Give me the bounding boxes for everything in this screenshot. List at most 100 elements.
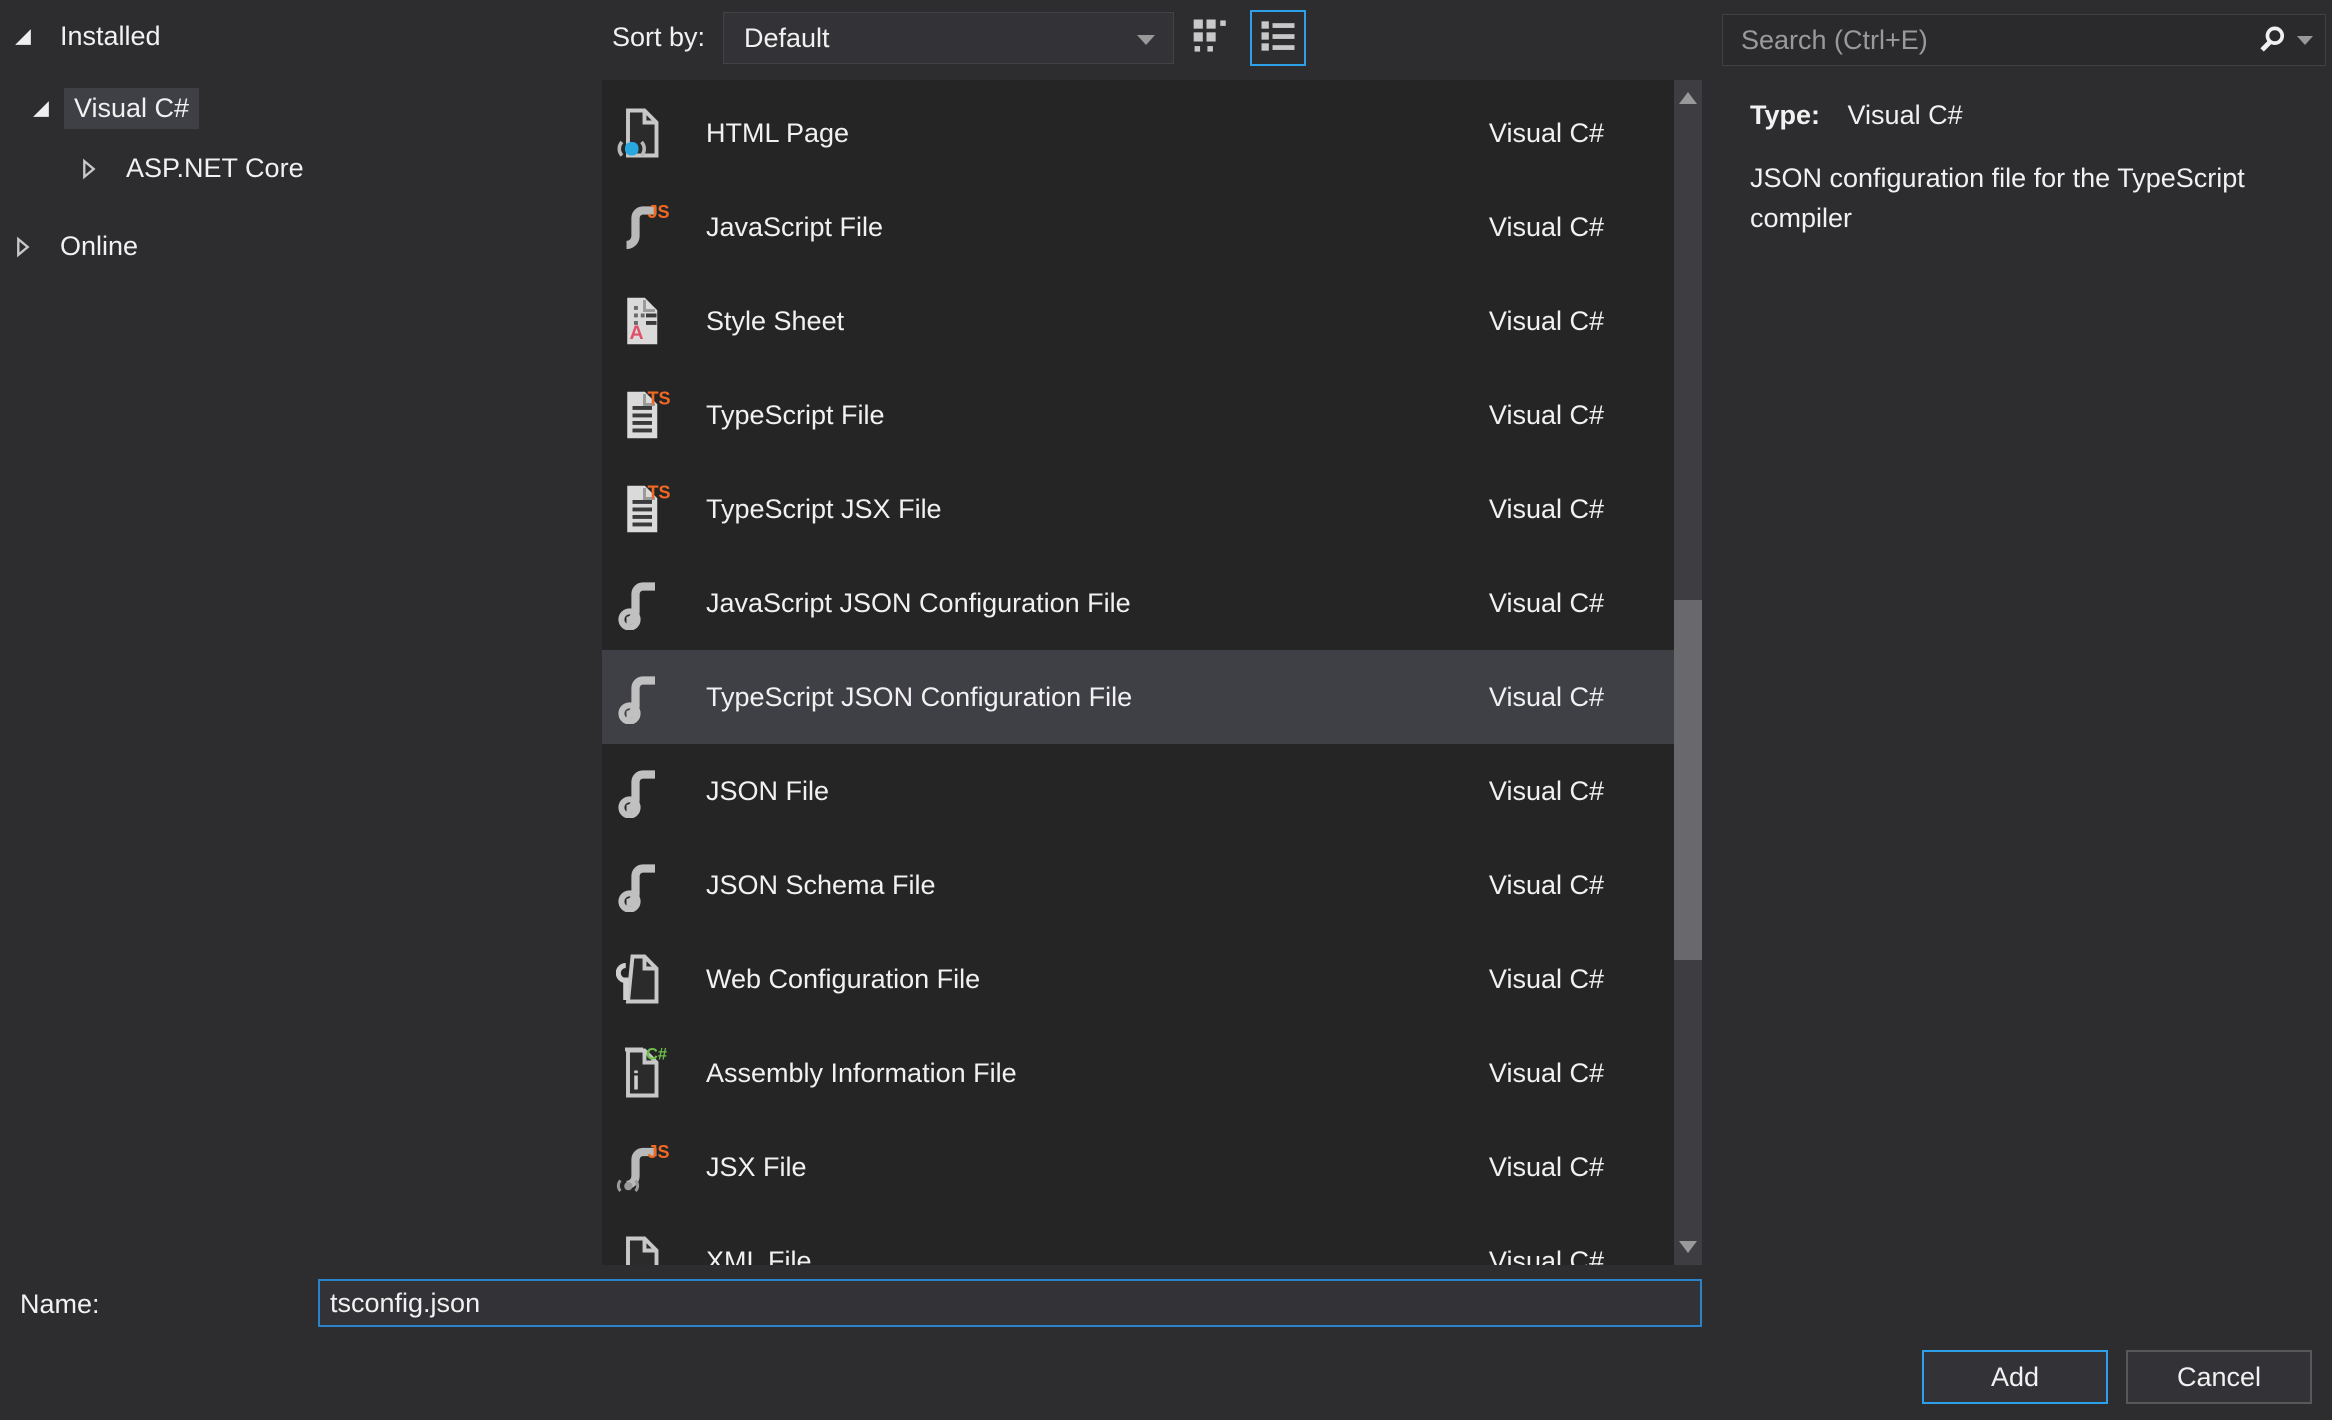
list-item-category: Visual C# [1489, 400, 1604, 431]
list-item-label: Web Configuration File [706, 964, 980, 995]
file-type-icon [616, 952, 670, 1006]
list-item[interactable]: JS JSX File Visual C# [602, 1120, 1702, 1214]
file-type-icon: A [616, 294, 670, 348]
list-item-label: TypeScript File [706, 400, 885, 431]
vertical-scrollbar[interactable] [1674, 80, 1702, 1265]
list-item[interactable]: Web Configuration File Visual C# [602, 932, 1702, 1026]
svg-text:A: A [630, 322, 644, 344]
sort-by-label: Sort by: [612, 22, 705, 53]
list-view-icon [1256, 14, 1300, 63]
list-item[interactable]: A Style Sheet Visual C# [602, 274, 1702, 368]
search-box[interactable] [1722, 14, 2326, 66]
svg-text:i: i [633, 1068, 640, 1096]
list-item[interactable]: JSON Schema File Visual C# [602, 838, 1702, 932]
search-input[interactable] [1723, 25, 2255, 56]
collapsed-triangle-icon[interactable] [10, 234, 36, 260]
svg-text:TS: TS [648, 483, 671, 503]
template-list: HTML Page Visual C# JS JavaScript File V… [602, 80, 1702, 1265]
list-item[interactable]: JSON File Visual C# [602, 744, 1702, 838]
item-description: JSON configuration file for the TypeScri… [1750, 158, 2320, 238]
list-item[interactable]: HTML Page Visual C# [602, 86, 1702, 180]
grid-view-icon [1190, 14, 1234, 63]
list-item-label: JavaScript File [706, 212, 883, 243]
list-item-label: Assembly Information File [706, 1058, 1017, 1089]
list-item[interactable]: TS TypeScript JSX File Visual C# [602, 462, 1702, 556]
file-type-icon [616, 106, 670, 160]
list-view-button[interactable] [1250, 10, 1306, 66]
list-item-label: Style Sheet [706, 306, 844, 337]
list-item[interactable]: XML File Visual C# [602, 1214, 1702, 1265]
tree-node-label[interactable]: Online [50, 226, 148, 267]
tree-node-label[interactable]: ASP.NET Core [116, 148, 314, 189]
svg-text:TS: TS [648, 389, 671, 409]
list-item-category: Visual C# [1489, 682, 1604, 713]
list-item[interactable]: TypeScript JSON Configuration File Visua… [602, 650, 1702, 744]
scrollbar-thumb[interactable] [1674, 600, 1702, 960]
file-type-icon [616, 858, 670, 912]
cancel-button[interactable]: Cancel [2126, 1350, 2312, 1404]
list-item-label: JSX File [706, 1152, 807, 1183]
file-type-icon [616, 670, 670, 724]
collapsed-triangle-icon[interactable] [76, 156, 102, 182]
list-item[interactable]: JavaScript JSON Configuration File Visua… [602, 556, 1702, 650]
tree-node-label[interactable]: Visual C# [64, 88, 199, 129]
tree-node-visual-csharp[interactable]: Visual C# [28, 88, 199, 129]
sort-toolbar: Sort by: Default [602, 0, 1710, 80]
type-label: Type: [1750, 100, 1820, 130]
bottom-bar: Name: Add Cancel [0, 1265, 2332, 1420]
file-type-icon: JS [616, 1140, 670, 1194]
list-item-category: Visual C# [1489, 870, 1604, 901]
expanded-triangle-icon[interactable] [28, 96, 54, 122]
list-item-label: HTML Page [706, 118, 849, 149]
svg-text:C#: C# [646, 1046, 667, 1064]
tree-node-label[interactable]: Installed [50, 16, 171, 57]
tree-node-aspnet-core[interactable]: ASP.NET Core [76, 148, 314, 189]
svg-text:JS: JS [648, 202, 670, 222]
tree-node-installed[interactable]: Installed [10, 16, 171, 57]
list-item-category: Visual C# [1489, 1058, 1604, 1089]
list-item[interactable]: TS TypeScript File Visual C# [602, 368, 1702, 462]
scroll-up-icon[interactable] [1679, 92, 1697, 104]
list-item-label: TypeScript JSON Configuration File [706, 682, 1132, 713]
item-info-panel: Type: Visual C# JSON configuration file … [1710, 0, 2332, 1265]
name-input[interactable] [318, 1279, 1702, 1327]
svg-text:JS: JS [648, 1142, 670, 1162]
search-icon[interactable] [2255, 23, 2289, 57]
list-item-category: Visual C# [1489, 494, 1604, 525]
chevron-down-icon[interactable] [2297, 36, 2313, 45]
file-type-icon: TS [616, 482, 670, 536]
file-type-icon: i C# [616, 1046, 670, 1100]
tree-node-online[interactable]: Online [10, 226, 148, 267]
add-new-item-dialog: Installed Visual C# ASP.NET Core Online … [0, 0, 2332, 1420]
template-category-tree: Installed Visual C# ASP.NET Core Online [0, 0, 602, 1265]
list-item-category: Visual C# [1489, 1246, 1604, 1266]
list-item-category: Visual C# [1489, 306, 1604, 337]
list-item-category: Visual C# [1489, 776, 1604, 807]
file-type-icon: JS [616, 200, 670, 254]
list-item[interactable]: JS JavaScript File Visual C# [602, 180, 1702, 274]
file-type-icon [616, 1234, 670, 1265]
list-item-category: Visual C# [1489, 118, 1604, 149]
list-item-category: Visual C# [1489, 212, 1604, 243]
list-item-category: Visual C# [1489, 588, 1604, 619]
type-value: Visual C# [1848, 100, 1963, 130]
file-type-icon [616, 576, 670, 630]
list-item-label: JSON Schema File [706, 870, 936, 901]
grid-view-button[interactable] [1184, 10, 1240, 66]
list-item[interactable]: i C# Assembly Information File Visual C# [602, 1026, 1702, 1120]
template-rows: HTML Page Visual C# JS JavaScript File V… [602, 80, 1702, 1265]
sort-dropdown-value: Default [744, 23, 830, 54]
list-item-label: TypeScript JSX File [706, 494, 942, 525]
sort-dropdown[interactable]: Default [723, 12, 1174, 64]
name-label: Name: [20, 1289, 100, 1320]
type-row: Type: Visual C# [1750, 100, 1963, 131]
expanded-triangle-icon[interactable] [10, 24, 36, 50]
chevron-down-icon [1137, 35, 1155, 45]
add-button[interactable]: Add [1922, 1350, 2108, 1404]
list-item-category: Visual C# [1489, 1152, 1604, 1183]
scroll-down-icon[interactable] [1679, 1241, 1697, 1253]
list-item-label: XML File [706, 1246, 812, 1266]
file-type-icon [616, 764, 670, 818]
list-item-category: Visual C# [1489, 964, 1604, 995]
list-item-label: JSON File [706, 776, 829, 807]
